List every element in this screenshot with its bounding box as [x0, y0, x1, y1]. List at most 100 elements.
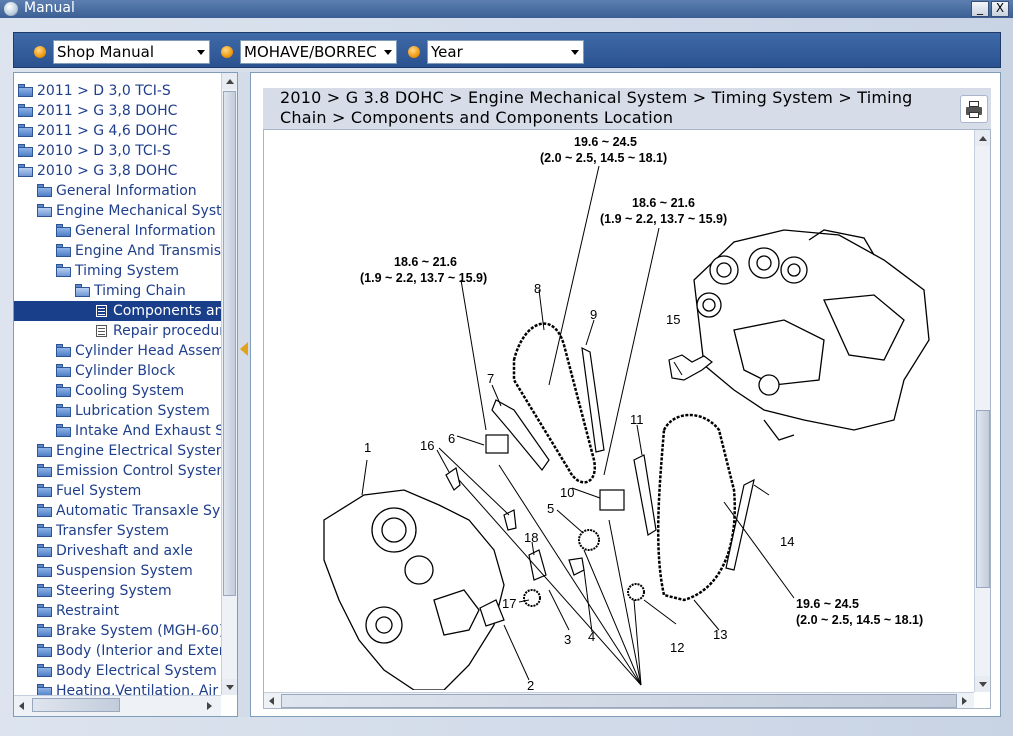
- cam-position-sensor: [668, 354, 713, 381]
- timing-chain-left: [512, 322, 597, 484]
- folder-icon: [56, 424, 71, 437]
- tree-item-label: 2010 > D 3,0 TCI-S: [37, 143, 171, 159]
- scroll-thumb[interactable]: [976, 410, 990, 588]
- tree-item[interactable]: 2010 > G 3,8 DOHC: [14, 161, 221, 181]
- arrow-down-icon: [979, 682, 987, 687]
- part-label-4: 4: [588, 629, 595, 644]
- tree-item[interactable]: General Information: [14, 221, 221, 241]
- tree-item[interactable]: 2011 > G 4,6 DOHC: [14, 121, 221, 141]
- tree-item-label: Driveshaft and axle: [56, 543, 193, 559]
- tree-item[interactable]: Engine Electrical System: [14, 441, 221, 461]
- tree-item[interactable]: Restraint: [14, 601, 221, 621]
- diagram-vertical-scrollbar[interactable]: [974, 130, 990, 692]
- breadcrumb: 2010 > G 3.8 DOHC > Engine Mechanical Sy…: [280, 88, 913, 127]
- folder-icon: [56, 364, 71, 377]
- breadcrumb-bar: 2010 > G 3.8 DOHC > Engine Mechanical Sy…: [263, 88, 991, 129]
- tree-horizontal-scrollbar[interactable]: [14, 695, 221, 716]
- model-select[interactable]: MOHAVE/BORREC: [240, 40, 397, 64]
- document-icon: [96, 325, 107, 337]
- folder-icon: [37, 564, 52, 577]
- tree-item-label: Automatic Transaxle System: [56, 503, 221, 519]
- year-select[interactable]: Year: [427, 40, 584, 64]
- tree-item[interactable]: Timing Chain: [14, 281, 221, 301]
- tree-item[interactable]: 2011 > G 3,8 DOHC: [14, 101, 221, 121]
- tree-item[interactable]: 2011 > D 3,0 TCI-S: [14, 81, 221, 101]
- bullet-icon: [221, 46, 233, 58]
- arrow-down-icon: [226, 685, 234, 690]
- tree-item[interactable]: Heating,Ventilation, Air: [14, 681, 221, 695]
- tree-item[interactable]: Automatic Transaxle System: [14, 501, 221, 521]
- tree-item-label: Components and Components Location: [113, 303, 221, 319]
- folder-icon: [37, 464, 52, 477]
- tree-item[interactable]: Transfer System: [14, 521, 221, 541]
- close-button[interactable]: X: [991, 1, 1009, 17]
- print-button[interactable]: [960, 95, 988, 123]
- tree-item-label: Steering System: [56, 583, 172, 599]
- tree-item[interactable]: Engine And Transmission: [14, 241, 221, 261]
- hscroll-thumb[interactable]: [32, 698, 120, 712]
- tree-item[interactable]: Body Electrical System: [14, 661, 221, 681]
- tree-item[interactable]: Cooling System: [14, 381, 221, 401]
- tree-item[interactable]: Suspension System: [14, 561, 221, 581]
- arrow-right-icon[interactable]: [207, 702, 212, 710]
- torque-spec-lower-right-2: (2.0 ~ 2.5, 14.5 ~ 18.1): [796, 613, 923, 627]
- chain-guide-9: [581, 346, 605, 453]
- scroll-down-button[interactable]: [975, 676, 990, 692]
- tree-item[interactable]: Engine Mechanical System: [14, 201, 221, 221]
- manual-type-select[interactable]: Shop Manual: [53, 40, 210, 64]
- part-label-10: 10: [560, 485, 574, 500]
- tree-item[interactable]: Body (Interior and Exterior): [14, 641, 221, 661]
- tree-item-label: Body (Interior and Exterior): [56, 643, 221, 659]
- collapse-arrow-icon[interactable]: [240, 342, 248, 356]
- hscroll-thumb[interactable]: [281, 694, 957, 708]
- folder-icon: [37, 684, 52, 695]
- torque-spec-left-1: 18.6 ~ 21.6: [394, 255, 457, 269]
- part-label-15: 15: [666, 312, 680, 327]
- tree-item[interactable]: Cylinder Block: [14, 361, 221, 381]
- tree-item[interactable]: 2010 > D 3,0 TCI-S: [14, 141, 221, 161]
- part-label-9: 9: [590, 307, 597, 322]
- tree-item-label: Engine And Transmission: [75, 243, 221, 259]
- tree-item[interactable]: General Information: [14, 181, 221, 201]
- tree-item[interactable]: Timing System: [14, 261, 221, 281]
- tree-item[interactable]: Repair procedures: [14, 321, 221, 341]
- tree-item[interactable]: Steering System: [14, 581, 221, 601]
- sprocket-5: [578, 529, 600, 551]
- scroll-down-button[interactable]: [222, 679, 237, 695]
- navigation-tree-panel: 2011 > D 3,0 TCI-S 2011 > G 3,8 DOHC 2011 …: [13, 72, 238, 717]
- folder-icon: [56, 244, 71, 257]
- scroll-thumb[interactable]: [223, 91, 236, 596]
- tree-item[interactable]: Lubrication System: [14, 401, 221, 421]
- folder-icon: [37, 664, 52, 677]
- tree-item-label: Intake And Exhaust System: [75, 423, 221, 439]
- tree-vertical-scrollbar[interactable]: [221, 73, 237, 695]
- tree-item[interactable]: Intake And Exhaust System: [14, 421, 221, 441]
- minimize-button[interactable]: _: [971, 1, 989, 17]
- tree-item[interactable]: Emission Control System: [14, 461, 221, 481]
- timing-chain-cover-illustration: [323, 489, 505, 690]
- arrow-left-icon[interactable]: [19, 702, 24, 710]
- tree-item[interactable]: Components and Components Location: [14, 301, 221, 321]
- tree-item[interactable]: Brake System (MGH-60): [14, 621, 221, 641]
- scroll-up-button[interactable]: [222, 73, 237, 89]
- app-icon: [4, 2, 18, 16]
- tree-item[interactable]: Cylinder Head Assembly: [14, 341, 221, 361]
- part-label-7: 7: [487, 371, 494, 386]
- tree-item[interactable]: Driveshaft and axle: [14, 541, 221, 561]
- arrow-left-icon[interactable]: [269, 697, 274, 705]
- folder-icon: [18, 84, 33, 97]
- folder-icon: [56, 384, 71, 397]
- tree-item[interactable]: Fuel System: [14, 481, 221, 501]
- folder-icon: [37, 604, 52, 617]
- tree-item-label: Cooling System: [75, 383, 185, 399]
- engine-assembly-illustration: [693, 229, 930, 441]
- navigation-tree: 2011 > D 3,0 TCI-S 2011 > G 3,8 DOHC 2011 …: [14, 73, 221, 695]
- arrow-up-icon: [226, 79, 234, 84]
- panel-splitter[interactable]: [238, 72, 250, 717]
- diagram-horizontal-scrollbar[interactable]: [264, 692, 974, 708]
- torque-spec-left-2: (1.9 ~ 2.2, 13.7 ~ 15.9): [360, 271, 487, 285]
- chain-guide-14: [725, 478, 755, 571]
- scroll-up-button[interactable]: [975, 130, 990, 146]
- arrow-right-icon[interactable]: [962, 697, 967, 705]
- tree-item-label: Lubrication System: [75, 403, 210, 419]
